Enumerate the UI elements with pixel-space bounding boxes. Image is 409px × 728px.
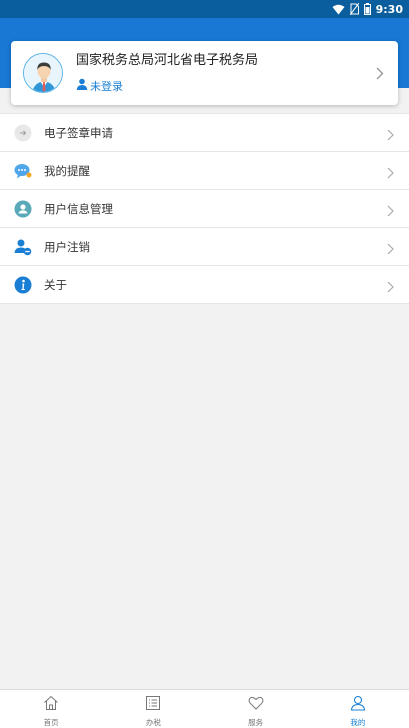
no-sim-icon <box>349 3 359 15</box>
wifi-icon <box>332 4 345 15</box>
status-bar: 9:30 <box>0 0 409 18</box>
stamp-icon <box>14 124 32 142</box>
login-status-label: 未登录 <box>90 79 123 93</box>
nav-label-service: 服务 <box>248 718 264 727</box>
heart-icon <box>248 695 264 715</box>
chevron-right-icon <box>387 202 394 221</box>
bottom-nav: 首页 办税 服务 我的 <box>0 689 409 728</box>
menu-list: 电子签章申请 我的提醒 用户信息管理 用户注销 关于 <box>0 113 409 304</box>
info-icon <box>14 276 32 294</box>
user-icon <box>76 78 88 93</box>
chevron-right-icon <box>387 164 394 183</box>
user-remove-icon <box>14 238 32 256</box>
nav-item-home[interactable]: 首页 <box>0 690 102 728</box>
menu-item-label: 电子签章申请 <box>44 125 113 140</box>
menu-item-label: 关于 <box>44 277 67 292</box>
chevron-right-icon <box>376 65 384 84</box>
menu-item-user-info[interactable]: 用户信息管理 <box>0 190 409 228</box>
menu-item-reminders[interactable]: 我的提醒 <box>0 152 409 190</box>
chevron-right-icon <box>387 278 394 297</box>
battery-icon <box>363 3 371 15</box>
list-icon <box>145 695 161 715</box>
home-icon <box>43 695 59 715</box>
login-status[interactable]: 未登录 <box>76 78 398 94</box>
menu-item-label: 用户信息管理 <box>44 201 113 216</box>
nav-label-mine: 我的 <box>350 718 366 727</box>
chevron-right-icon <box>387 240 394 259</box>
menu-item-e-seal[interactable]: 电子签章申请 <box>0 114 409 152</box>
nav-label-tax: 办税 <box>145 718 161 727</box>
status-time: 9:30 <box>375 2 403 16</box>
chevron-right-icon <box>387 126 394 145</box>
nav-label-home: 首页 <box>43 718 59 727</box>
chat-bubble-icon <box>14 162 32 180</box>
person-icon <box>350 695 366 715</box>
user-info-icon <box>14 200 32 218</box>
menu-item-label: 我的提醒 <box>44 163 90 178</box>
profile-card[interactable]: 国家税务总局河北省电子税务局 未登录 <box>11 41 398 105</box>
menu-item-about[interactable]: 关于 <box>0 266 409 304</box>
agency-name: 国家税务总局河北省电子税务局 <box>76 52 259 68</box>
avatar <box>23 53 63 93</box>
nav-item-tax[interactable]: 办税 <box>102 690 204 728</box>
menu-item-deregister[interactable]: 用户注销 <box>0 228 409 266</box>
menu-item-label: 用户注销 <box>44 239 90 254</box>
nav-item-mine[interactable]: 我的 <box>307 690 409 728</box>
nav-item-service[interactable]: 服务 <box>205 690 307 728</box>
